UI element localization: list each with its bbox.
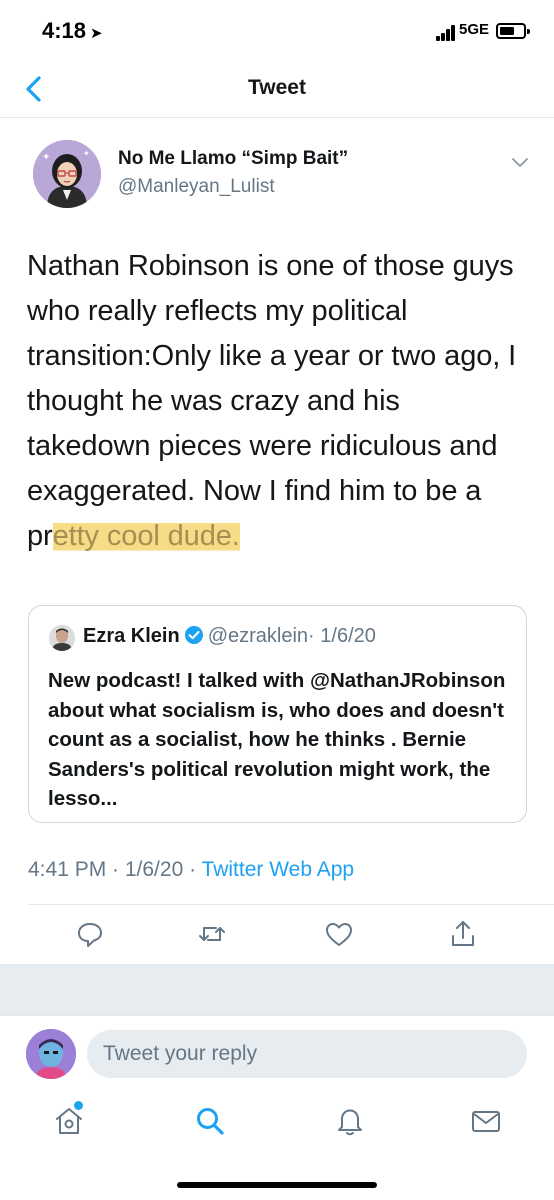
retweet-button[interactable] bbox=[196, 918, 228, 950]
author-handle: @Manleyan_Lulist bbox=[118, 176, 275, 197]
section-gap bbox=[0, 964, 554, 1016]
quoted-header: Ezra Klein @ezraklein· 1/6/20 bbox=[83, 625, 376, 648]
tweet-text-main: Nathan Robinson is one of those guys who… bbox=[27, 250, 517, 552]
chevron-down-icon bbox=[512, 158, 528, 167]
tab-notifications[interactable] bbox=[333, 1104, 367, 1138]
status-time-text: 4:18 bbox=[42, 18, 87, 43]
source-app-link[interactable]: Twitter Web App bbox=[202, 858, 355, 881]
svg-text:✦: ✦ bbox=[42, 152, 50, 163]
reply-input[interactable]: Tweet your reply bbox=[87, 1030, 527, 1078]
share-button[interactable] bbox=[447, 918, 479, 950]
tab-messages[interactable] bbox=[469, 1104, 503, 1138]
quoted-text: New podcast! I talked with @NathanJRobin… bbox=[48, 669, 506, 810]
user-avatar[interactable] bbox=[26, 1029, 76, 1079]
quoted-tweet[interactable]: Ezra Klein @ezraklein· 1/6/20 New podcas… bbox=[28, 605, 527, 823]
comment-icon bbox=[78, 923, 102, 947]
status-bar: 4:18 ➤ 5GE bbox=[0, 0, 554, 62]
svg-text:✦: ✦ bbox=[83, 149, 90, 158]
search-icon bbox=[197, 1108, 224, 1135]
quoted-author-handle: @ezraklein bbox=[207, 625, 309, 647]
divider bbox=[28, 904, 554, 905]
verified-badge-icon bbox=[184, 626, 203, 644]
author-name: No Me Llamo “Simp Bait” bbox=[118, 148, 349, 169]
page-title: Tweet bbox=[248, 76, 306, 99]
network-label: 5GE bbox=[459, 21, 490, 38]
timestamp-text: 4:41 PM · 1/6/20 · bbox=[28, 858, 202, 881]
mail-icon bbox=[472, 1111, 500, 1132]
author-avatar[interactable]: ✦ ✦ bbox=[33, 140, 101, 208]
tweet-menu-button[interactable] bbox=[509, 151, 531, 173]
quoted-author-name: Ezra Klein bbox=[83, 625, 180, 647]
share-icon bbox=[452, 921, 474, 946]
quoted-author-avatar bbox=[49, 625, 75, 651]
status-time: 4:18 ➤ bbox=[42, 18, 103, 44]
like-button[interactable] bbox=[323, 918, 355, 950]
tweet-text-highlighted: etty cool dude. bbox=[52, 520, 240, 552]
nav-header: Tweet bbox=[0, 62, 554, 118]
home-notification-dot bbox=[74, 1101, 83, 1110]
bell-icon bbox=[338, 1109, 362, 1136]
heart-icon bbox=[326, 923, 352, 946]
signal-icon bbox=[436, 25, 456, 41]
quoted-date: · 1/6/20 bbox=[308, 625, 376, 647]
author-block[interactable]: No Me Llamo “Simp Bait” @Manleyan_Lulist bbox=[118, 148, 348, 198]
location-arrow-icon: ➤ bbox=[90, 25, 103, 42]
retweet-icon bbox=[199, 927, 225, 941]
battery-icon bbox=[496, 23, 530, 39]
tab-search[interactable] bbox=[193, 1104, 227, 1138]
tweet-text: Nathan Robinson is one of those guys who… bbox=[27, 244, 527, 559]
reply-button[interactable] bbox=[74, 918, 106, 950]
home-indicator bbox=[177, 1182, 377, 1188]
tweet-timestamp: 4:41 PM · 1/6/20 · Twitter Web App bbox=[28, 858, 354, 882]
